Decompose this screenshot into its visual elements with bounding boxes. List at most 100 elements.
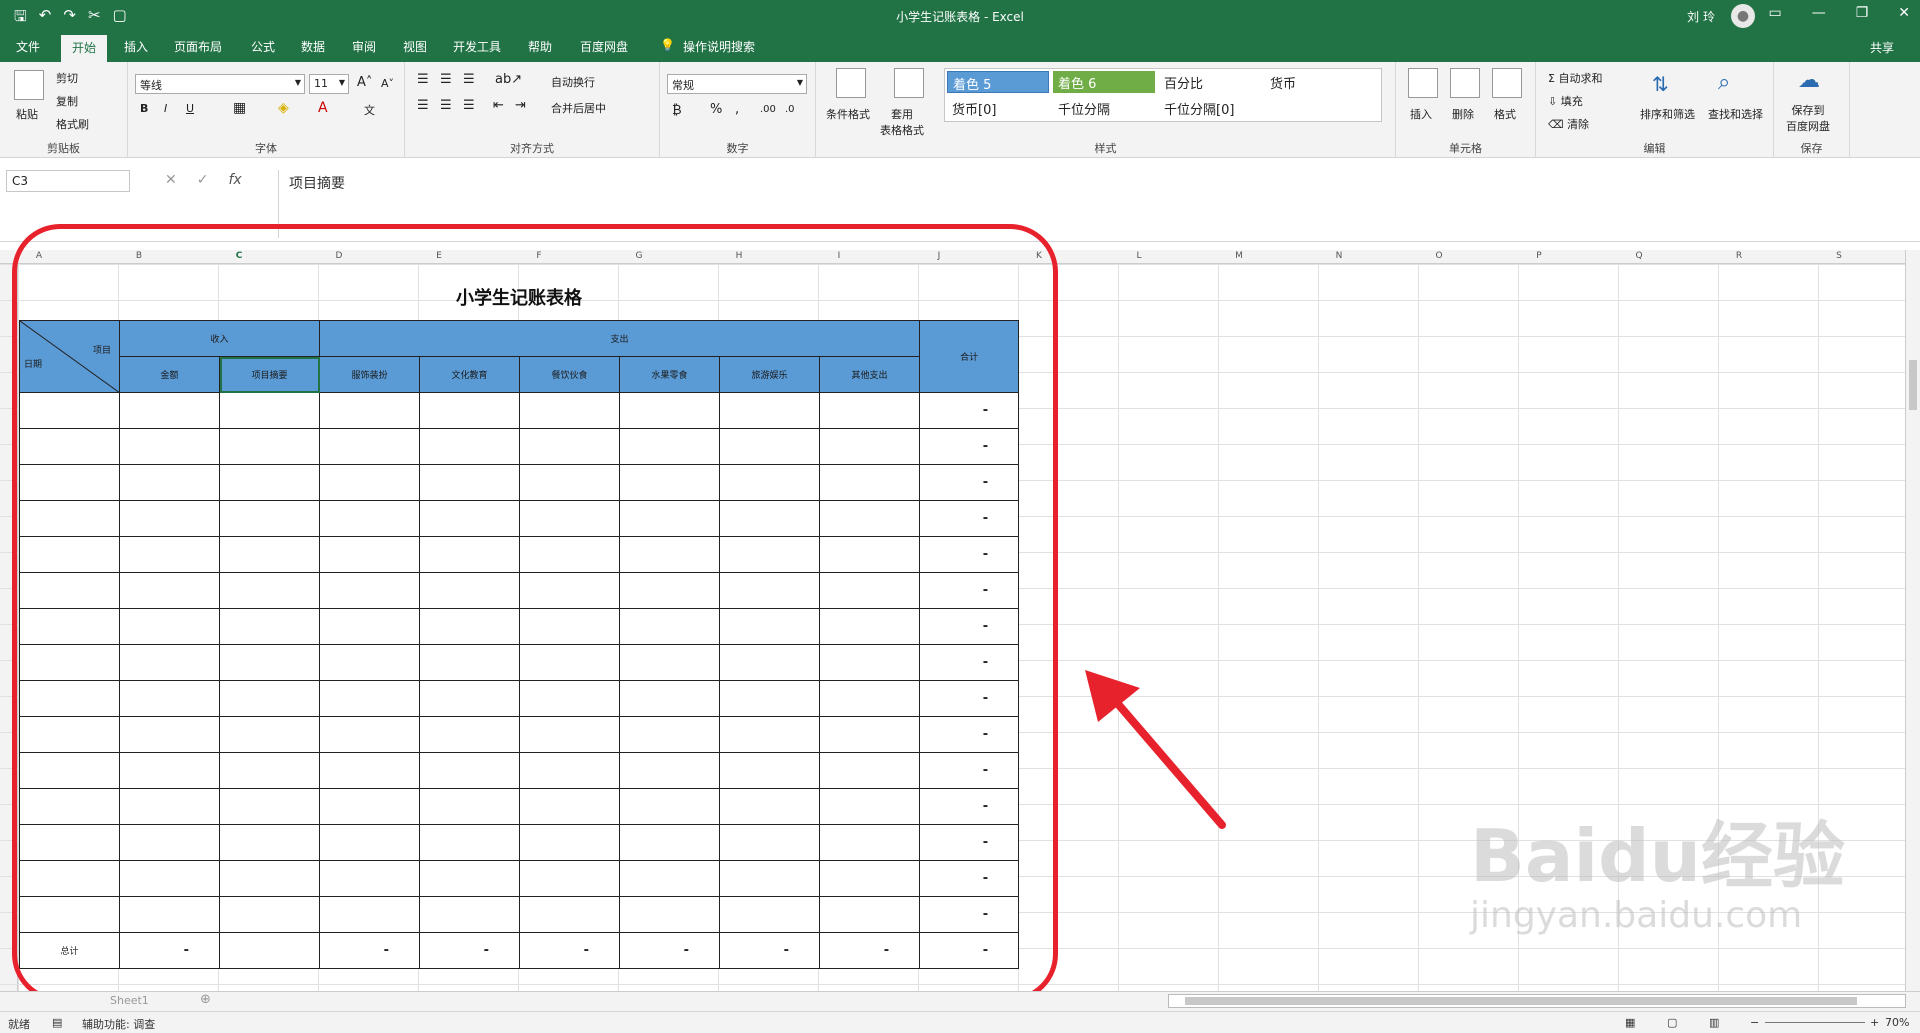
ledger-cell[interactable]: [719, 608, 821, 645]
align-top-icon[interactable]: ☰: [417, 72, 429, 87]
orientation-icon[interactable]: ab↗: [495, 72, 522, 87]
column-header[interactable]: R: [1729, 251, 1749, 261]
total-cell[interactable]: -: [319, 932, 421, 969]
ledger-cell[interactable]: [319, 428, 421, 465]
ledger-cell[interactable]: [519, 680, 621, 717]
border-icon[interactable]: ▦: [233, 100, 246, 116]
tab-data[interactable]: 数据: [301, 38, 325, 55]
row-total-cell[interactable]: -: [919, 500, 1020, 537]
ledger-cell[interactable]: [519, 572, 621, 609]
column-header[interactable]: A: [29, 251, 49, 261]
row-total-cell[interactable]: -: [919, 644, 1020, 681]
ledger-cell[interactable]: [819, 644, 921, 681]
ledger-cell[interactable]: [619, 608, 721, 645]
ledger-cell[interactable]: [619, 428, 721, 465]
row-total-cell[interactable]: -: [919, 860, 1020, 897]
comma-icon[interactable]: ,: [735, 102, 739, 117]
ledger-cell[interactable]: [719, 716, 821, 753]
ledger-table[interactable]: 项目 日期 收入 支出 合计 金额 项目摘要 服饰装扮 文化教育 餐饮伙食 水果…: [19, 320, 1020, 969]
column-header[interactable]: S: [1829, 251, 1849, 261]
ledger-cell[interactable]: [819, 788, 921, 825]
ledger-cell[interactable]: [218, 536, 321, 573]
align-bottom-icon[interactable]: ☰: [463, 72, 475, 87]
ledger-cell[interactable]: [519, 752, 621, 789]
ledger-cell[interactable]: [819, 680, 921, 717]
ledger-cell[interactable]: [719, 824, 821, 861]
ledger-cell[interactable]: [619, 536, 721, 573]
normal-view-icon[interactable]: ▦: [1625, 1016, 1635, 1029]
ledger-cell[interactable]: [819, 464, 921, 501]
ledger-cell[interactable]: [119, 572, 220, 609]
column-header[interactable]: F: [529, 251, 549, 261]
user-name[interactable]: 刘 玲: [1687, 8, 1715, 25]
ledger-cell[interactable]: [619, 464, 721, 501]
increase-indent-icon[interactable]: ⇥: [515, 98, 526, 113]
ledger-cell[interactable]: [519, 428, 621, 465]
expense-col-header[interactable]: 服饰装扮: [319, 356, 421, 393]
decrease-decimal-icon[interactable]: .0: [785, 104, 795, 115]
tab-page-layout[interactable]: 页面布局: [174, 38, 222, 55]
underline-icon[interactable]: U: [186, 102, 194, 115]
vertical-scrollbar[interactable]: [1905, 250, 1920, 991]
expense-header[interactable]: 支出: [319, 320, 921, 357]
copy-button[interactable]: 复制: [56, 93, 78, 109]
ledger-cell[interactable]: [319, 644, 421, 681]
number-format-select[interactable]: 常规 ▼: [667, 74, 807, 94]
style-percent[interactable]: 百分比: [1159, 71, 1261, 93]
restore-icon[interactable]: ❐: [1856, 5, 1869, 21]
format-painter-button[interactable]: 格式刷: [56, 116, 89, 132]
macro-icon[interactable]: ▤: [52, 1016, 62, 1029]
ledger-cell[interactable]: [419, 824, 521, 861]
income-amount-header[interactable]: 金额: [119, 356, 220, 393]
expense-col-header[interactable]: 其他支出: [819, 356, 921, 393]
ledger-cell[interactable]: [619, 896, 721, 933]
ledger-cell[interactable]: [218, 752, 321, 789]
ledger-cell[interactable]: [119, 788, 220, 825]
ledger-cell[interactable]: [819, 572, 921, 609]
ledger-cell[interactable]: [719, 860, 821, 897]
ledger-cell[interactable]: [719, 644, 821, 681]
total-cell[interactable]: -: [419, 932, 521, 969]
ledger-cell[interactable]: [19, 608, 120, 645]
phonetic-icon[interactable]: 文: [364, 102, 375, 118]
style-accent5[interactable]: 着色 5: [947, 71, 1049, 93]
ledger-cell[interactable]: [719, 464, 821, 501]
align-center-icon[interactable]: ☰: [440, 98, 452, 113]
zoom-level[interactable]: 70%: [1885, 1016, 1909, 1029]
column-header[interactable]: C: [229, 251, 249, 261]
ledger-cell[interactable]: [719, 680, 821, 717]
ledger-cell[interactable]: [519, 536, 621, 573]
style-comma0[interactable]: 千位分隔[0]: [1159, 97, 1261, 119]
row-total-cell[interactable]: -: [919, 680, 1020, 717]
tab-file[interactable]: 文件: [16, 38, 40, 55]
style-currency[interactable]: 货币: [1265, 71, 1367, 93]
font-name-select[interactable]: 等线 ▼: [135, 74, 305, 94]
insert-cells-button[interactable]: 插入: [1410, 106, 1432, 122]
income-summary-header[interactable]: 项目摘要: [218, 356, 321, 393]
ledger-cell[interactable]: [19, 824, 120, 861]
ledger-cell[interactable]: [619, 788, 721, 825]
ledger-cell[interactable]: [319, 860, 421, 897]
total-cell[interactable]: -: [919, 932, 1020, 969]
formula-input[interactable]: 项目摘要: [278, 170, 1908, 238]
ledger-cell[interactable]: [218, 932, 321, 969]
ledger-cell[interactable]: [519, 896, 621, 933]
ledger-cell[interactable]: [519, 824, 621, 861]
total-row-label[interactable]: 总计: [19, 932, 120, 969]
ledger-cell[interactable]: [218, 680, 321, 717]
format-as-table-icon[interactable]: [894, 68, 924, 98]
ledger-cell[interactable]: [719, 752, 821, 789]
ledger-cell[interactable]: [19, 428, 120, 465]
ledger-cell[interactable]: [319, 464, 421, 501]
percent-icon[interactable]: %: [710, 102, 722, 117]
worksheet-grid[interactable]: 小学生记账表格 项目 日期 收入 支出 合计 金额 项目摘要 服饰装扮 文化教育…: [0, 264, 1905, 991]
ledger-cell[interactable]: [218, 608, 321, 645]
column-header[interactable]: G: [629, 251, 649, 261]
tab-formulas[interactable]: 公式: [251, 38, 275, 55]
ledger-cell[interactable]: [119, 716, 220, 753]
zoom-in-icon[interactable]: +: [1870, 1016, 1879, 1029]
ledger-cell[interactable]: [419, 896, 521, 933]
ledger-cell[interactable]: [419, 752, 521, 789]
ledger-cell[interactable]: [19, 860, 120, 897]
ledger-cell[interactable]: [319, 788, 421, 825]
